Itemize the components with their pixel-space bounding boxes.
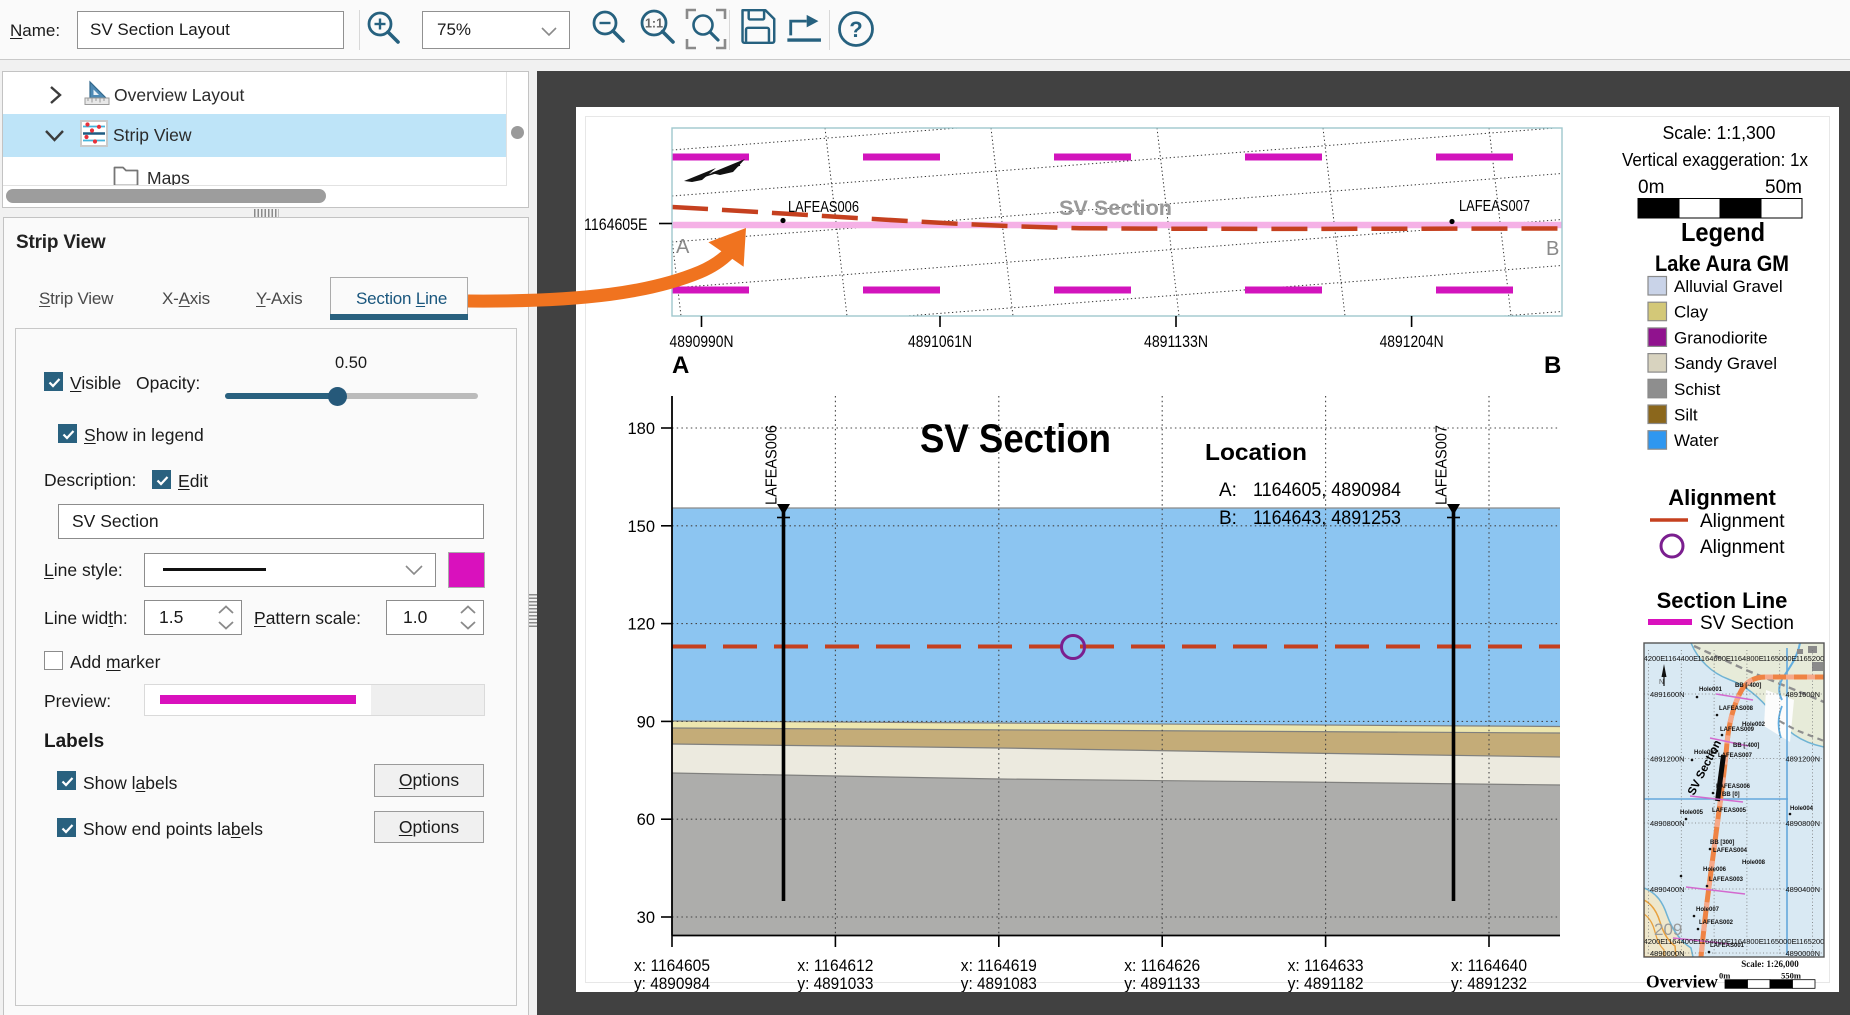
svg-text:4891600N: 4891600N [1785, 690, 1820, 699]
svg-text:B:: B: [1219, 508, 1237, 529]
svg-text:BB [-400]: BB [-400] [1733, 743, 1759, 749]
svg-text:4890800N: 4890800N [1785, 819, 1820, 828]
svg-text:4890400N: 4890400N [1785, 885, 1820, 894]
svg-text:Hole008: Hole008 [1742, 860, 1766, 866]
svg-text:60: 60 [637, 811, 655, 829]
svg-text:1164605, 4890984: 1164605, 4890984 [1253, 480, 1401, 501]
svg-text:Scale: 1:1,300: Scale: 1:1,300 [1663, 123, 1776, 143]
svg-text:1164800E: 1164800E [1730, 937, 1764, 946]
svg-text:1164400E: 1164400E [1665, 937, 1699, 946]
svg-text:B: B [1544, 352, 1561, 379]
svg-text:4891200N: 4891200N [1650, 755, 1685, 764]
svg-text:Silt: Silt [1674, 406, 1698, 425]
svg-text:Location: Location [1205, 439, 1307, 465]
svg-text:Overview: Overview [1646, 972, 1718, 992]
svg-text:Legend: Legend [1681, 217, 1765, 247]
svg-text:4891061N: 4891061N [908, 332, 972, 351]
svg-text:y: 4891182: y: 4891182 [1288, 974, 1364, 992]
svg-text:x: 1164626: x: 1164626 [1124, 956, 1200, 975]
svg-text:Hole003: Hole003 [1694, 750, 1718, 756]
svg-text:4891204N: 4891204N [1380, 332, 1444, 351]
svg-text:LAFEAS008: LAFEAS008 [1719, 706, 1754, 712]
svg-text:30: 30 [637, 909, 655, 927]
svg-text:4890800N: 4890800N [1650, 819, 1685, 828]
svg-text:LAFEAS009: LAFEAS009 [1720, 727, 1755, 733]
svg-text:50m: 50m [1765, 177, 1802, 198]
svg-text:4890990N: 4890990N [670, 332, 734, 351]
svg-text:y: 4891033: y: 4891033 [797, 974, 873, 992]
svg-text:BB [-400]: BB [-400] [1735, 683, 1761, 689]
svg-text:Schist: Schist [1674, 380, 1721, 399]
svg-text:1165000E: 1165000E [1763, 937, 1797, 946]
svg-text:Vertical exaggeration: 1x: Vertical exaggeration: 1x [1622, 150, 1808, 170]
svg-text:180: 180 [627, 420, 655, 438]
svg-text:550m: 550m [1781, 971, 1801, 981]
svg-text:0m: 0m [1638, 177, 1664, 198]
svg-text:LAFEAS007: LAFEAS007 [1434, 425, 1451, 505]
svg-text:Alignment: Alignment [1668, 485, 1776, 510]
svg-text:1:1: 1:1 [645, 17, 663, 31]
svg-text:1164600E: 1164600E [1697, 654, 1731, 663]
svg-text:1164600E: 1164600E [1697, 937, 1731, 946]
svg-text:B: B [1546, 238, 1559, 260]
svg-text:4891133N: 4891133N [1144, 332, 1208, 351]
svg-text:1164800E: 1164800E [1730, 654, 1764, 663]
svg-text:LAFEAS004: LAFEAS004 [1713, 848, 1748, 854]
svg-text:Hole004: Hole004 [1790, 806, 1814, 812]
svg-text:x: 1164640: x: 1164640 [1451, 956, 1527, 975]
svg-text:Alluvial Gravel: Alluvial Gravel [1674, 277, 1783, 296]
svg-text:Water: Water [1674, 431, 1719, 450]
svg-text:LAFEAS006: LAFEAS006 [764, 425, 781, 505]
svg-text:x: 1164619: x: 1164619 [961, 956, 1037, 975]
svg-text:Sandy Gravel: Sandy Gravel [1674, 354, 1777, 373]
svg-text:Alignment: Alignment [1700, 537, 1785, 558]
svg-text:SV Section: SV Section [1059, 197, 1172, 220]
svg-text:Alignment: Alignment [1700, 511, 1785, 532]
svg-text:1165000E: 1165000E [1763, 654, 1797, 663]
svg-text:1164643, 4891253: 1164643, 4891253 [1253, 508, 1401, 529]
svg-text:y: 4891083: y: 4891083 [961, 974, 1037, 992]
svg-text:LAFEAS003: LAFEAS003 [1709, 877, 1744, 883]
svg-text:LAFEAS006: LAFEAS006 [1716, 784, 1751, 790]
svg-text:A: A [672, 352, 689, 379]
svg-text:y: 4891232: y: 4891232 [1451, 974, 1527, 992]
svg-text:Hole007: Hole007 [1696, 907, 1720, 913]
svg-text:Hole005: Hole005 [1680, 810, 1704, 816]
svg-text:SV Section: SV Section [920, 417, 1111, 461]
svg-text:Granodiorite: Granodiorite [1674, 328, 1768, 347]
svg-text:4890400N: 4890400N [1650, 885, 1685, 894]
svg-text:LAFEAS002: LAFEAS002 [1699, 920, 1734, 926]
svg-text:4891600N: 4891600N [1650, 690, 1685, 699]
svg-text:y: 4890984: y: 4890984 [634, 974, 710, 992]
svg-text:Hole001: Hole001 [1699, 687, 1723, 693]
svg-text:?: ? [849, 17, 862, 42]
svg-text:0m: 0m [1719, 971, 1730, 981]
svg-text:x: 1164633: x: 1164633 [1288, 956, 1364, 975]
svg-text:A:: A: [1219, 480, 1237, 501]
svg-text:Scale: 1:26,000: Scale: 1:26,000 [1741, 959, 1799, 969]
svg-text:1164400E: 1164400E [1665, 654, 1699, 663]
svg-text:1164200E: 1164200E [1632, 654, 1666, 663]
svg-text:x: 1164612: x: 1164612 [797, 956, 873, 975]
svg-text:1164200E: 1164200E [1632, 937, 1666, 946]
svg-text:LAFEAS007: LAFEAS007 [1459, 198, 1530, 215]
svg-text:150: 150 [627, 518, 655, 536]
svg-text:4891200N: 4891200N [1785, 755, 1820, 764]
svg-text:LAFEAS005: LAFEAS005 [1712, 808, 1747, 814]
svg-text:LAFEAS007: LAFEAS007 [1718, 753, 1753, 759]
svg-text:120: 120 [627, 616, 655, 634]
svg-text:Lake Aura GM: Lake Aura GM [1655, 251, 1789, 276]
svg-text:y: 4891133: y: 4891133 [1124, 974, 1200, 992]
svg-text:Hole006: Hole006 [1703, 867, 1727, 873]
svg-text:BB [300]: BB [300] [1710, 840, 1734, 846]
svg-text:209: 209 [1654, 920, 1682, 939]
svg-text:90: 90 [637, 713, 655, 731]
svg-text:SV Section: SV Section [1700, 613, 1794, 634]
svg-text:BB [0]: BB [0] [1722, 792, 1740, 798]
svg-text:Clay: Clay [1674, 303, 1709, 322]
svg-text:x: 1164605: x: 1164605 [634, 956, 710, 975]
svg-text:N: N [1659, 679, 1664, 686]
svg-text:Section Line: Section Line [1657, 588, 1788, 613]
